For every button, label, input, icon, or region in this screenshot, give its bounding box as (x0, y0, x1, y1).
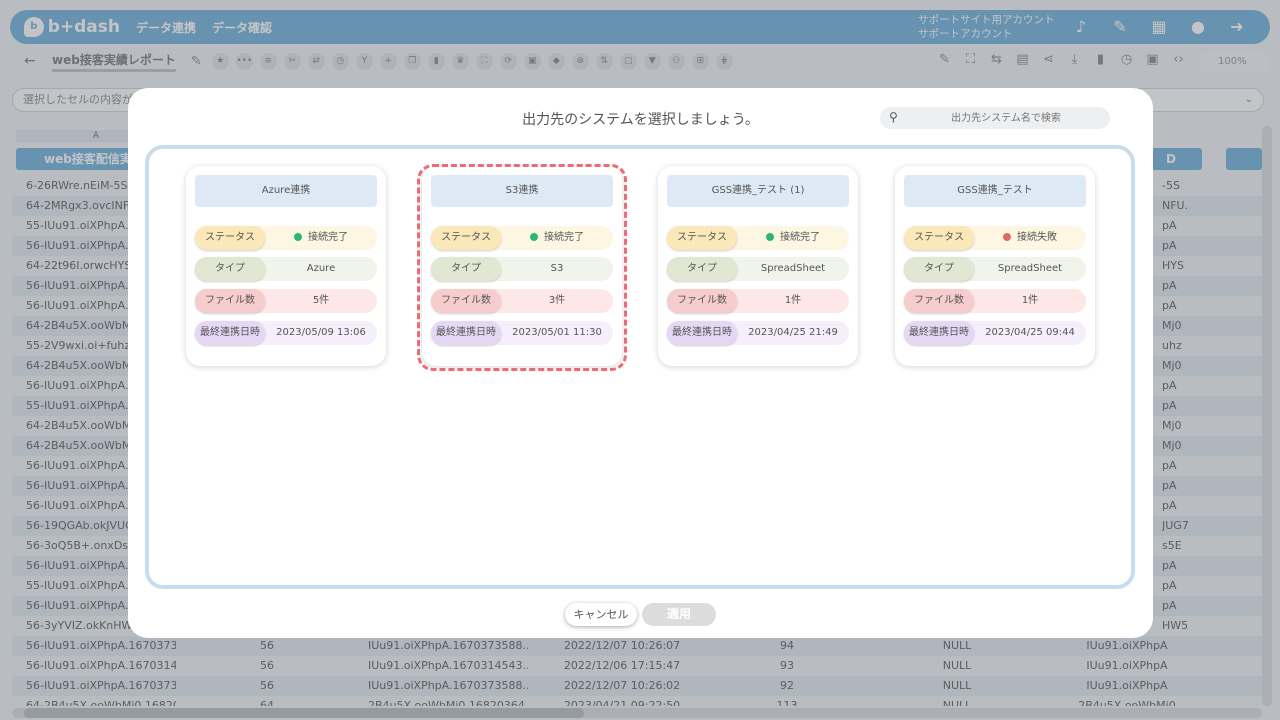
error-circle-icon (1003, 233, 1011, 241)
type-field: タイプ Azure (195, 257, 377, 281)
status-text: 接続完了 (780, 232, 820, 243)
destination-card-name: Azure連携 (195, 175, 377, 207)
apply-button[interactable]: 適用 (642, 603, 716, 626)
selected-card-outline (417, 164, 627, 371)
type-value: Azure (306, 263, 336, 274)
type-field: タイプ SpreadSheet (904, 257, 1086, 281)
files-value: 1件 (1021, 295, 1039, 306)
destination-card[interactable]: GSS連携_テストステータス 接続失敗タイプ SpreadSheet ファイル数 1件最… (895, 166, 1095, 366)
status-field: ステータス 接続完了 (667, 226, 849, 250)
last-sync-label: 最終連携日時 (667, 321, 737, 345)
last-sync-value: 2023/04/25 09:44 (985, 327, 1075, 338)
check-circle-icon (766, 233, 774, 241)
files-field: ファイル数 5件 (195, 289, 377, 313)
status-label: ステータス (904, 226, 974, 250)
files-label: ファイル数 (667, 289, 737, 313)
type-label: タイプ (195, 257, 265, 281)
last-sync-field: 最終連携日時 2023/05/09 13:06 (195, 321, 377, 345)
last-sync-label: 最終連携日時 (195, 321, 265, 345)
last-sync-value: 2023/04/25 21:49 (748, 327, 838, 338)
status-field: ステータス 接続失敗 (904, 226, 1086, 250)
status-value: 接続失敗 (974, 226, 1086, 250)
destination-card[interactable]: GSS連携_テスト (1) ステータス 接続完了タイプ SpreadSheet ファイル… (658, 166, 858, 366)
status-field: ステータス 接続完了 (195, 226, 377, 250)
files-label: ファイル数 (904, 289, 974, 313)
last-sync-field: 最終連携日時 2023/04/25 09:44 (904, 321, 1086, 345)
files-field: ファイル数 1件 (904, 289, 1086, 313)
destination-card-name: GSS連携_テスト (904, 175, 1086, 207)
check-circle-icon (294, 233, 302, 241)
last-sync-label: 最終連携日時 (904, 321, 974, 345)
search-icon: ⚲ (889, 110, 898, 124)
type-value: SpreadSheet (997, 263, 1063, 274)
last-sync-value: 2023/05/09 13:06 (276, 327, 366, 338)
status-text: 接続失敗 (1017, 232, 1057, 243)
status-value: 接続完了 (737, 226, 849, 250)
status-label: ステータス (195, 226, 265, 250)
status-value: 接続完了 (265, 226, 377, 250)
files-field: ファイル数 1件 (667, 289, 849, 313)
destination-card-name: GSS連携_テスト (1) (667, 175, 849, 207)
status-label: ステータス (667, 226, 737, 250)
destination-card[interactable]: Azure連携ステータス 接続完了タイプ Azure ファイル数 5件最終連携日時 202… (186, 166, 386, 366)
destination-search-input[interactable] (910, 107, 1102, 129)
type-label: タイプ (904, 257, 974, 281)
destination-search[interactable]: ⚲ (880, 107, 1110, 129)
files-value: 5件 (312, 295, 330, 306)
type-label: タイプ (667, 257, 737, 281)
status-text: 接続完了 (308, 232, 348, 243)
cancel-button[interactable]: キャンセル (565, 603, 637, 626)
last-sync-field: 最終連携日時 2023/04/25 21:49 (667, 321, 849, 345)
files-label: ファイル数 (195, 289, 265, 313)
type-value: SpreadSheet (760, 263, 826, 274)
files-value: 1件 (784, 295, 802, 306)
type-field: タイプ SpreadSheet (667, 257, 849, 281)
